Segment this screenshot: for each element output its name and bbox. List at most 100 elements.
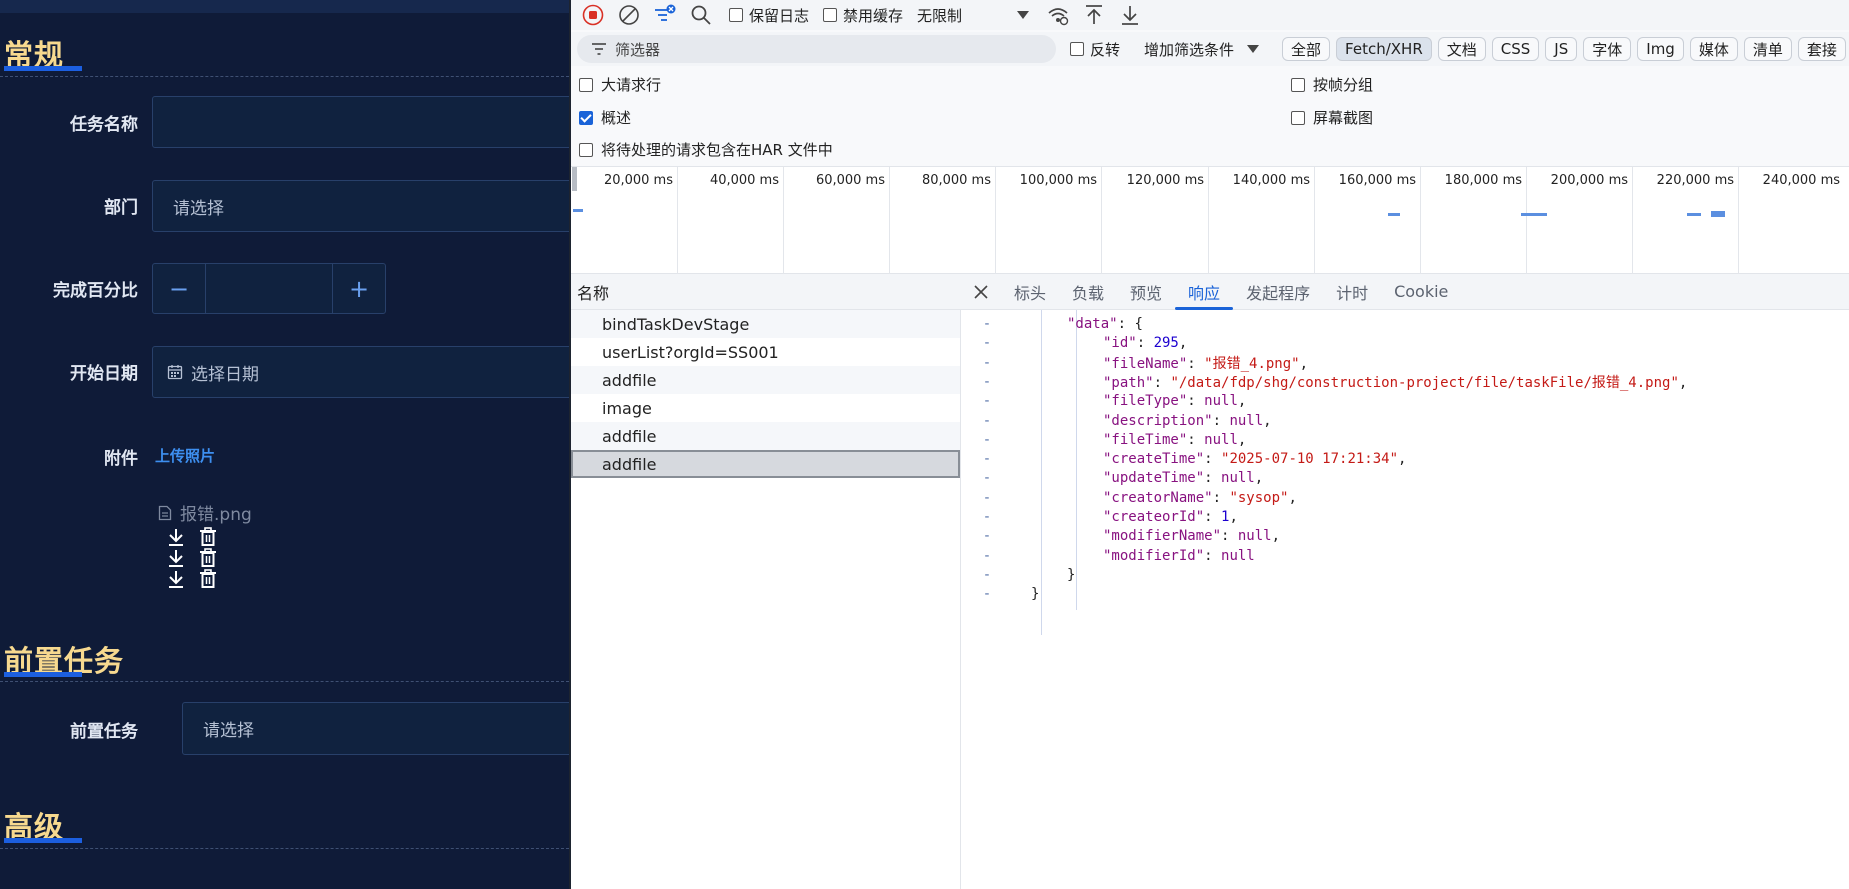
tab-response[interactable]: 响应: [1175, 274, 1234, 310]
start-date-picker[interactable]: 选择日期: [152, 346, 569, 398]
type-filter-font[interactable]: 字体: [1583, 37, 1632, 61]
response-body-viewer[interactable]: - "data": {- "id": 295, - "fileName": "报错_4.…: [961, 310, 1849, 889]
tab-payload[interactable]: 负载: [1059, 274, 1117, 309]
more-filters-dropdown[interactable]: 增加筛选条件: [1144, 39, 1260, 60]
overview-gridline: [1208, 167, 1209, 275]
line-gutter-marker[interactable]: -: [961, 470, 1013, 486]
predecessor-select[interactable]: 请选择: [182, 702, 569, 755]
close-icon[interactable]: [961, 274, 1001, 309]
overview-request-bar: [1521, 213, 1547, 216]
overview-option[interactable]: 概述: [579, 107, 631, 128]
type-filter-manifest[interactable]: 清单: [1743, 37, 1792, 61]
request-detail-tabs: 标头 负载 预览 响应 发起程序 计时 Cookie: [961, 274, 1849, 310]
har-pending-option[interactable]: 将待处理的请求包含在HAR 文件中: [579, 139, 833, 160]
screenshots-option[interactable]: 屏幕截图: [1291, 107, 1373, 128]
type-filter-socket[interactable]: 套接: [1797, 37, 1846, 61]
task-name-input[interactable]: [152, 96, 569, 148]
tab-timing[interactable]: 计时: [1323, 274, 1381, 309]
line-gutter-marker[interactable]: -: [961, 355, 1013, 371]
type-filter-js[interactable]: JS: [1545, 37, 1578, 61]
line-gutter-marker[interactable]: -: [961, 451, 1013, 467]
har-pending-checkbox[interactable]: [579, 142, 593, 157]
json-key: "fileTime": [1103, 431, 1188, 448]
invert-checkbox[interactable]: [1070, 42, 1084, 56]
delete-icon[interactable]: [198, 569, 218, 593]
request-row[interactable]: addfile: [571, 366, 960, 394]
line-content: "createTime": "2025-07-10 17:21:34",: [1103, 451, 1406, 467]
line-gutter-marker[interactable]: -: [961, 393, 1013, 409]
filter-input[interactable]: 筛选器: [577, 35, 1056, 63]
request-row[interactable]: userList?orgId=SS001: [571, 338, 960, 366]
line-gutter-marker[interactable]: -: [961, 567, 1013, 583]
tab-preview[interactable]: 预览: [1117, 274, 1175, 309]
tab-initiator[interactable]: 发起程序: [1233, 274, 1323, 309]
line-gutter-marker[interactable]: -: [961, 432, 1013, 448]
line-content: "fileName": "报错_4.png",: [1103, 353, 1308, 373]
type-filter-media[interactable]: 媒体: [1689, 37, 1738, 61]
attachment-file-item[interactable]: 报错.png: [158, 500, 252, 525]
request-row[interactable]: bindTaskDevStage: [571, 310, 960, 338]
group-by-frame-checkbox[interactable]: [1291, 77, 1305, 92]
screenshots-checkbox[interactable]: [1291, 110, 1305, 125]
json-value: null: [1237, 528, 1272, 545]
line-gutter-marker[interactable]: -: [961, 548, 1013, 564]
request-row-selected[interactable]: addfile: [571, 450, 960, 478]
clear-icon[interactable]: [615, 2, 643, 28]
upload-har-icon[interactable]: [1080, 2, 1108, 28]
record-stop-icon[interactable]: [579, 2, 607, 28]
invert-toggle[interactable]: 反转: [1070, 39, 1120, 60]
network-conditions-icon[interactable]: [1044, 2, 1072, 28]
upload-photo-link[interactable]: 上传照片: [155, 445, 215, 466]
overview-gridline: [1632, 167, 1633, 275]
decrement-button[interactable]: −: [153, 264, 205, 313]
big-rows-checkbox[interactable]: [579, 77, 593, 92]
type-filter-img[interactable]: Img: [1637, 37, 1684, 61]
overview-label: 概述: [601, 109, 632, 127]
download-icon[interactable]: [166, 569, 186, 593]
request-row[interactable]: addfile: [571, 422, 960, 450]
big-rows-option[interactable]: 大请求行: [579, 74, 661, 95]
group-by-frame-option[interactable]: 按帧分组: [1291, 74, 1373, 95]
line-gutter-marker[interactable]: -: [961, 528, 1013, 544]
type-filter-fetch-xhr[interactable]: Fetch/XHR: [1336, 37, 1432, 61]
type-filter-all[interactable]: 全部: [1282, 37, 1331, 61]
name-column-header[interactable]: 名称: [571, 274, 961, 310]
line-gutter-marker[interactable]: -: [961, 509, 1013, 525]
tab-headers[interactable]: 标头: [1001, 274, 1059, 309]
percent-input[interactable]: [205, 264, 333, 313]
type-filter-css[interactable]: CSS: [1491, 37, 1540, 61]
line-content: }: [1031, 586, 1039, 602]
type-filter-doc[interactable]: 文档: [1437, 37, 1486, 61]
json-comma: ,: [1254, 470, 1264, 487]
task-name-label: 任务名称: [70, 115, 138, 135]
filter-active-icon[interactable]: [651, 2, 679, 28]
percent-stepper[interactable]: − +: [152, 263, 386, 314]
json-comma: ,: [1237, 393, 1247, 410]
line-content: "creatorName": "sysop",: [1103, 490, 1297, 506]
filter-bar: 筛选器 反转 增加筛选条件 全部 Fetch/XHR 文档 CSS JS 字体 …: [571, 32, 1849, 66]
disable-cache-toggle[interactable]: 禁用缓存: [823, 5, 903, 26]
line-gutter-marker[interactable]: -: [961, 586, 1013, 602]
tab-cookies[interactable]: Cookie: [1381, 274, 1461, 309]
json-separator: :: [1187, 431, 1205, 448]
json-value: "/data/fdp/shg/construction-project/file…: [1170, 374, 1679, 391]
request-row[interactable]: image: [571, 394, 960, 422]
disable-cache-checkbox[interactable]: [823, 8, 838, 22]
line-gutter-marker[interactable]: -: [961, 316, 1013, 332]
line-gutter-marker[interactable]: -: [961, 490, 1013, 506]
network-overview-timeline[interactable]: 20,000 ms 40,000 ms 60,000 ms 80,000 ms …: [571, 166, 1849, 275]
response-line: -}: [961, 583, 1849, 605]
line-gutter-marker[interactable]: -: [961, 335, 1013, 351]
dept-select[interactable]: 请选择: [152, 180, 569, 232]
preserve-log-toggle[interactable]: 保留日志: [729, 5, 809, 26]
increment-button[interactable]: +: [333, 264, 385, 313]
line-gutter-marker[interactable]: -: [961, 413, 1013, 429]
download-har-icon[interactable]: [1116, 2, 1144, 28]
preserve-log-checkbox[interactable]: [729, 8, 743, 22]
search-icon[interactable]: [687, 2, 715, 28]
overview-checkbox[interactable]: [579, 110, 593, 125]
throttle-select[interactable]: 无限制: [917, 5, 1030, 26]
json-comma: ,: [1237, 431, 1247, 448]
overview-request-bar: [1711, 211, 1725, 217]
line-gutter-marker[interactable]: -: [961, 374, 1013, 390]
